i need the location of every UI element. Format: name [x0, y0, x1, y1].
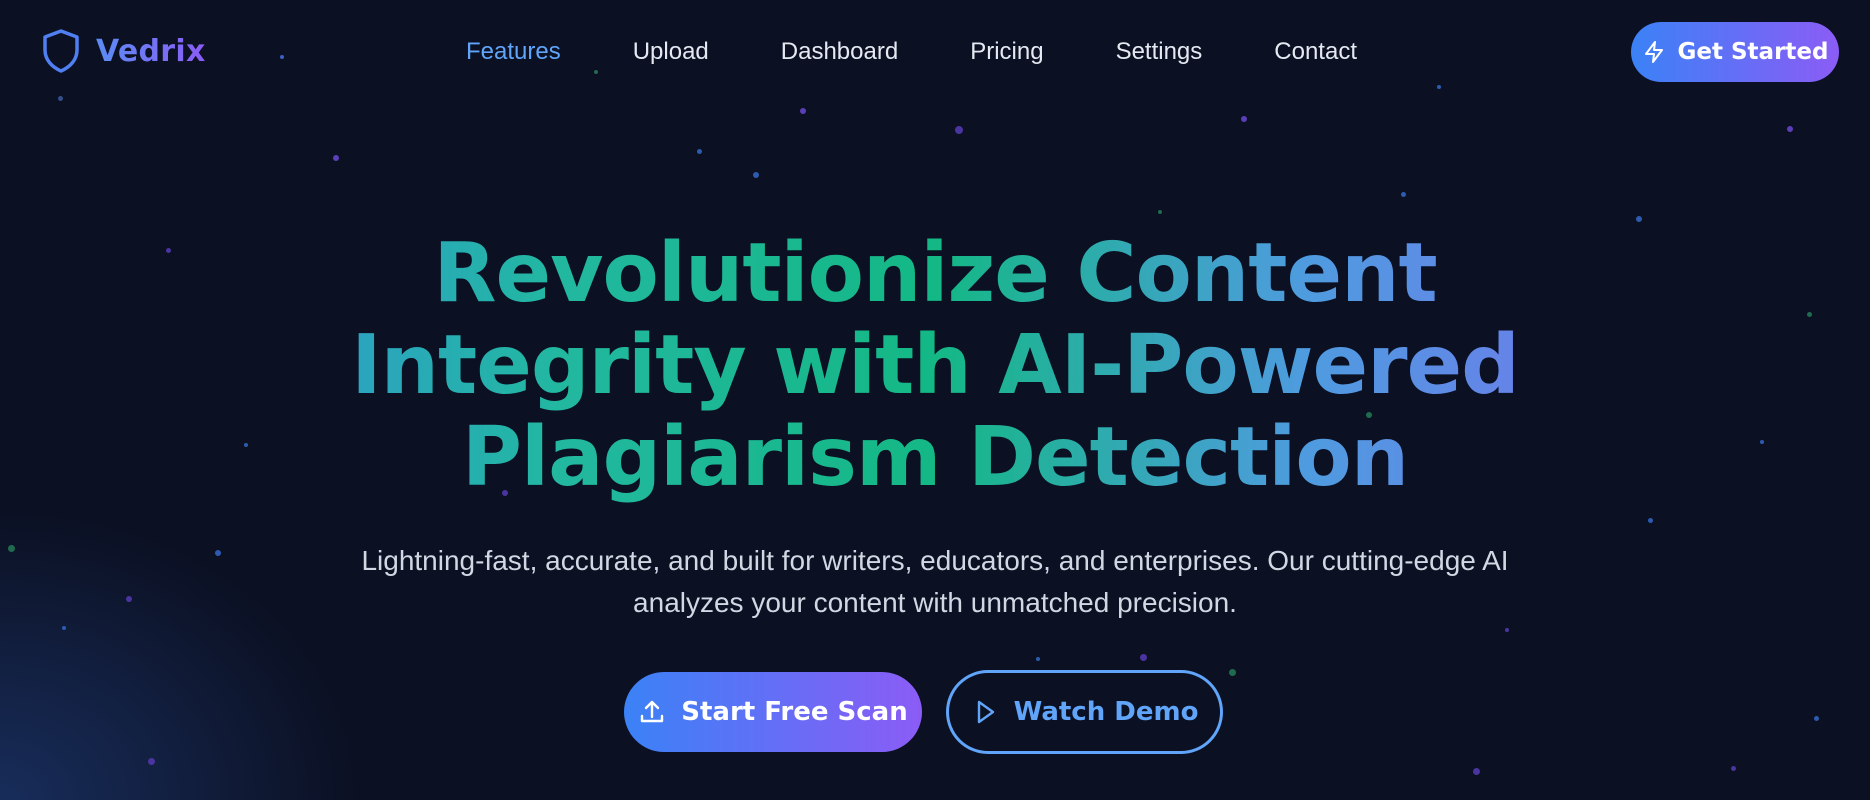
star-dot [955, 126, 963, 134]
star-dot [1505, 628, 1509, 632]
hero-title-line: Integrity with AI-Powered [351, 318, 1519, 413]
play-icon [977, 700, 994, 724]
star-dot [1648, 518, 1653, 523]
top-navigation: Vedrix Features Upload Dashboard Pricing… [0, 0, 1870, 108]
nav-item-settings[interactable]: Settings [1116, 38, 1203, 66]
star-dot [1473, 768, 1480, 775]
star-dot [215, 550, 221, 556]
nav-item-upload[interactable]: Upload [633, 38, 709, 66]
star-dot [800, 108, 806, 114]
star-dot [8, 545, 15, 552]
star-dot [753, 172, 759, 178]
nav-item-pricing[interactable]: Pricing [970, 38, 1043, 66]
brand-name: Vedrix [96, 33, 206, 69]
start-free-scan-label: Start Free Scan [681, 697, 908, 727]
hero-title: Revolutionize Content Integrity with AI-… [0, 228, 1870, 504]
star-dot [126, 596, 132, 602]
star-dot [1140, 654, 1147, 661]
landing-page: Vedrix Features Upload Dashboard Pricing… [0, 0, 1870, 800]
lightning-icon [1644, 41, 1663, 63]
star-dot [62, 626, 66, 630]
hero-title-line: Plagiarism Detection [461, 410, 1409, 505]
star-dot [1036, 657, 1040, 661]
watch-demo-label: Watch Demo [1013, 697, 1199, 727]
brand-logo[interactable]: Vedrix [40, 28, 206, 74]
shield-icon [43, 29, 79, 73]
nav-item-features[interactable]: Features [466, 38, 561, 66]
star-dot [148, 758, 155, 765]
hero-title-line: Revolutionize Content [433, 226, 1437, 321]
get-started-button[interactable]: Get Started [1631, 22, 1839, 82]
get-started-label: Get Started [1677, 39, 1829, 65]
nav-item-contact[interactable]: Contact [1274, 38, 1357, 66]
star-dot [1731, 766, 1736, 771]
star-dot [1401, 192, 1406, 197]
start-free-scan-button[interactable]: Start Free Scan [623, 672, 922, 752]
nav-item-dashboard[interactable]: Dashboard [781, 38, 898, 66]
hero-actions: Start Free Scan Watch Demo [0, 670, 1870, 754]
star-dot [1636, 216, 1642, 222]
star-dot [1787, 126, 1793, 132]
star-dot [697, 149, 702, 154]
hero-subtitle: Lightning-fast, accurate, and built for … [361, 545, 1509, 618]
nav-links: Features Upload Dashboard Pricing Settin… [466, 38, 1357, 66]
upload-icon [641, 700, 664, 723]
star-dot [1158, 210, 1162, 214]
watch-demo-button[interactable]: Watch Demo [945, 670, 1223, 754]
star-dot [1241, 116, 1247, 122]
star-dot [333, 155, 339, 161]
